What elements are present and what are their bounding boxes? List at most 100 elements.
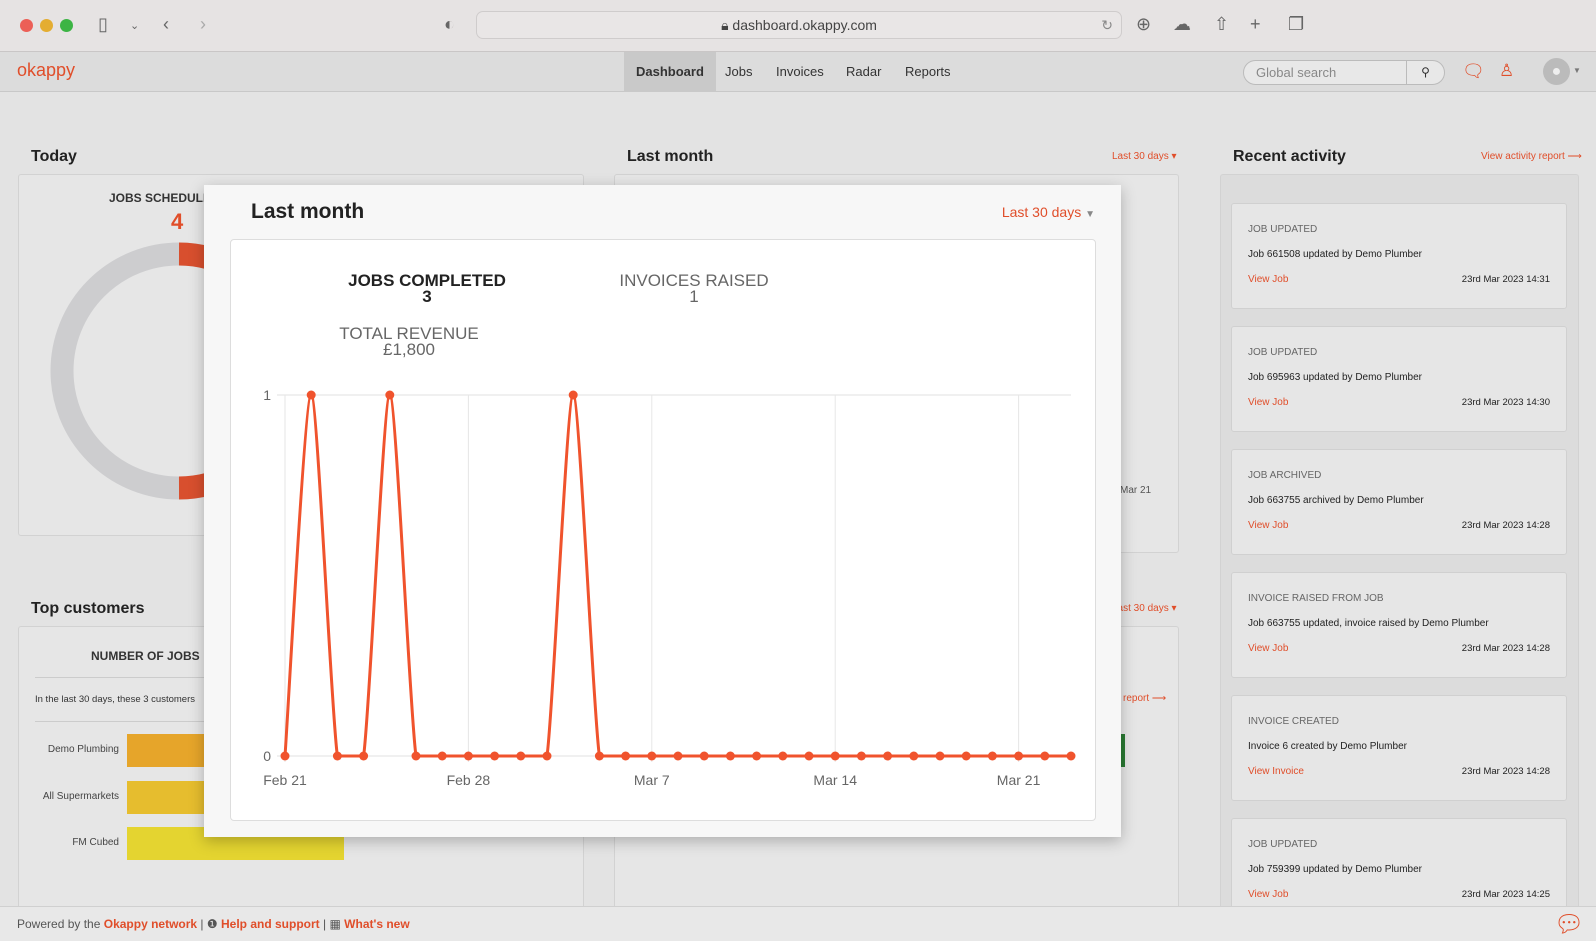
nav-invoices[interactable]: Invoices — [764, 52, 836, 92]
series-line — [283, 393, 1071, 758]
data-point — [437, 751, 447, 761]
x-tick-label: Feb 21 — [263, 772, 307, 788]
today-title: Today — [31, 148, 77, 165]
back-icon[interactable]: ‹ — [163, 14, 169, 35]
chat-icon[interactable]: 💬︎ — [1554, 910, 1584, 939]
data-point — [1066, 751, 1076, 761]
powered-by-text: Powered by the — [17, 917, 101, 931]
data-point — [804, 751, 814, 761]
customer-label: FM Cubed — [72, 837, 119, 848]
data-point — [411, 751, 421, 761]
minimize-window-button[interactable] — [40, 19, 53, 32]
info-icon: ❶ — [206, 917, 218, 931]
number-of-jobs-label: NUMBER OF JOBS — [91, 649, 200, 663]
maximize-window-button[interactable] — [60, 19, 73, 32]
activity-view-link[interactable]: View Job — [1248, 397, 1288, 408]
tabs-icon[interactable]: ❐ — [1288, 14, 1304, 35]
whats-new-link[interactable]: What's new — [344, 917, 410, 931]
activity-type: INVOICE CREATED — [1248, 716, 1339, 727]
data-point — [883, 751, 893, 761]
nav-jobs[interactable]: Jobs — [713, 52, 764, 92]
view-activity-report-link[interactable]: View activity report ⟶ — [1481, 151, 1582, 162]
reload-icon[interactable]: ↻ — [1101, 12, 1113, 39]
modal-range-dropdown[interactable]: Last 30 days ▼ — [1002, 204, 1095, 220]
activity-desc: Job 759399 updated by Demo Plumber — [1248, 864, 1423, 875]
data-point — [594, 751, 604, 761]
nav-reports[interactable]: Reports — [893, 52, 963, 92]
top-customers-range-dropdown[interactable]: Last 30 days ▾ — [1112, 603, 1177, 614]
activity-timestamp: 23rd Mar 2023 14:30 — [1461, 397, 1550, 408]
search-icon[interactable]: ⚲ — [1406, 60, 1444, 85]
data-point — [909, 751, 919, 761]
report-link[interactable]: report ⟶ — [1123, 693, 1166, 704]
data-point — [1040, 751, 1050, 761]
new-tab-icon[interactable]: + — [1250, 14, 1261, 35]
nav-radar[interactable]: Radar — [834, 52, 893, 92]
activity-timestamp: 23rd Mar 2023 14:28 — [1461, 520, 1550, 531]
avatar-dropdown-icon[interactable]: ▼ — [1573, 66, 1581, 75]
data-point — [935, 751, 945, 761]
activity-view-link[interactable]: View Job — [1248, 274, 1288, 285]
chevron-down-icon[interactable]: ⌄ — [130, 19, 139, 32]
activity-card: JOB ARCHIVED Job 663755 archived by Demo… — [1231, 449, 1567, 555]
data-point — [306, 390, 316, 400]
okappy-network-link[interactable]: Okappy network — [104, 917, 197, 931]
x-tick-label: Feb 28 — [447, 772, 491, 788]
activity-view-link[interactable]: View Job — [1248, 643, 1288, 654]
forward-icon[interactable]: › — [200, 14, 206, 35]
activity-timestamp: 23rd Mar 2023 14:28 — [1461, 766, 1550, 777]
activity-type: JOB UPDATED — [1248, 224, 1318, 235]
data-point — [490, 751, 500, 761]
data-point — [778, 751, 788, 761]
footer: Powered by the Okappy network | ❶ Help a… — [0, 906, 1596, 941]
activity-card: INVOICE CREATED Invoice 6 created by Dem… — [1231, 695, 1567, 801]
data-point — [752, 751, 762, 761]
data-point — [987, 751, 997, 761]
data-point — [280, 751, 290, 761]
lock-icon: 🔒︎ — [721, 17, 733, 33]
activity-view-link[interactable]: View Invoice — [1248, 766, 1304, 777]
cloud-icon[interactable]: ☁︎ — [1173, 14, 1191, 35]
recent-activity-title: Recent activity — [1233, 148, 1346, 165]
data-point — [830, 751, 840, 761]
data-point — [699, 751, 709, 761]
activity-timestamp: 23rd Mar 2023 14:28 — [1461, 643, 1550, 654]
last-month-range-dropdown[interactable]: Last 30 days ▾ — [1112, 151, 1177, 162]
data-point — [647, 751, 657, 761]
help-support-link[interactable]: Help and support — [221, 917, 320, 931]
data-point — [516, 751, 526, 761]
data-point — [542, 751, 552, 761]
sidebar-icon[interactable]: ▯ — [98, 14, 108, 35]
data-point — [332, 751, 342, 761]
activity-desc: Invoice 6 created by Demo Plumber — [1248, 741, 1407, 752]
activity-type: JOB ARCHIVED — [1248, 470, 1322, 481]
nav-dashboard[interactable]: Dashboard — [624, 52, 716, 92]
contacts-icon[interactable]: ♙ — [1499, 61, 1514, 81]
data-point — [961, 751, 971, 761]
top-customers-title: Top customers — [31, 600, 145, 617]
activity-desc: Job 661508 updated by Demo Plumber — [1248, 249, 1423, 260]
share-icon[interactable]: ⇧ — [1214, 14, 1229, 35]
customer-label: All Supermarkets — [42, 791, 119, 802]
shield-icon[interactable]: ◐ — [444, 14, 455, 35]
jobs-completed-line-chart: 0 1 Feb 21 Feb 28 Mar 7 Mar 14 Mar 21 — [263, 387, 1076, 788]
browser-toolbar: ▯ ⌄ ‹ › ◐ 🔒︎ dashboard.okappy.com ↻ ⊕ ☁︎ … — [0, 0, 1596, 52]
close-window-button[interactable] — [20, 19, 33, 32]
activity-timestamp: 23rd Mar 2023 14:31 — [1461, 274, 1550, 285]
activity-desc: Job 663755 updated, invoice raised by De… — [1248, 618, 1489, 629]
address-bar[interactable]: 🔒︎ dashboard.okappy.com ↻ — [476, 11, 1122, 39]
activity-card: JOB UPDATED Job 661508 updated by Demo P… — [1231, 203, 1567, 309]
activity-view-link[interactable]: View Job — [1248, 889, 1288, 900]
activity-desc: Job 663755 archived by Demo Plumber — [1248, 495, 1424, 506]
data-point — [856, 751, 866, 761]
gift-icon: ▦ — [329, 917, 341, 931]
top-customers-desc: In the last 30 days, these 3 customers — [35, 694, 196, 705]
okappy-logo[interactable]: okappy — [17, 60, 75, 81]
last-month-bg-title: Last month — [627, 148, 714, 165]
avatar[interactable]: ● — [1543, 58, 1570, 85]
activity-view-link[interactable]: View Job — [1248, 520, 1288, 531]
messages-icon[interactable]: 🗨︎ — [1462, 61, 1485, 82]
jobs-scheduled-value: 4 — [171, 209, 184, 234]
data-point — [1014, 751, 1024, 761]
download-icon[interactable]: ⊕ — [1136, 14, 1151, 35]
